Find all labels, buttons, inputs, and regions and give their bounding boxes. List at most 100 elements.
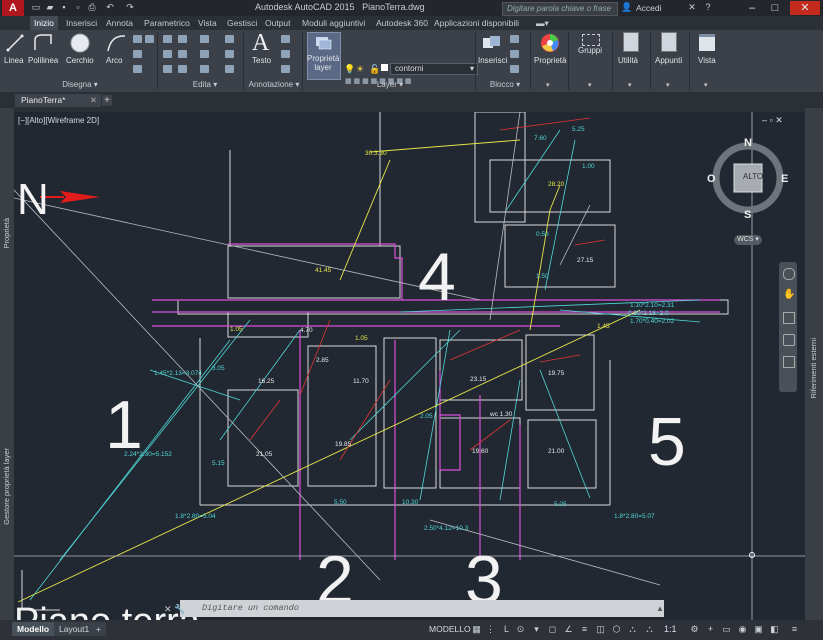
tab-moduli-aggiuntivi[interactable]: Moduli aggiuntivi — [298, 16, 369, 30]
hatch-icon[interactable] — [133, 50, 142, 58]
gruppi-label[interactable]: Gruppi — [578, 46, 602, 55]
drawing-canvas[interactable]: N 1 2 3 4 5 Piano terra 30.3.3041.4528.2… — [14, 112, 805, 620]
panel-edita-label[interactable]: Edita ▾ — [170, 80, 240, 91]
mirror-icon[interactable] — [178, 50, 187, 58]
zoom-icon[interactable] — [783, 312, 795, 324]
appunti-dropdown[interactable]: ▾ — [666, 81, 670, 89]
lineweight-icon[interactable]: ≡ — [580, 625, 589, 634]
ortho-icon[interactable]: L — [502, 625, 511, 634]
text-tool-label[interactable]: Testo — [252, 56, 271, 65]
layer-manager-palette-tab[interactable]: Gestore proprietà layer — [2, 448, 11, 525]
snap-icon[interactable]: ⋮ — [486, 625, 495, 634]
workspace-icon[interactable]: ⚙ — [690, 625, 699, 634]
save-icon[interactable]: ▪ — [58, 2, 70, 13]
selection-cycle-icon[interactable]: ⬡ — [612, 625, 621, 634]
move-icon[interactable] — [163, 35, 172, 43]
offset-icon[interactable] — [225, 65, 234, 73]
ribbon-options-icon[interactable]: ▬▾ — [532, 16, 553, 30]
open-icon[interactable]: ▰ — [44, 2, 56, 13]
maximize-button[interactable]: □ — [765, 1, 785, 15]
otrack-icon[interactable]: ∠ — [564, 625, 573, 634]
view-icon[interactable] — [699, 34, 715, 51]
tab-gestisci[interactable]: Gestisci — [223, 16, 261, 30]
vista-dropdown[interactable]: ▾ — [704, 81, 708, 89]
lock-icon[interactable]: 🔓 — [369, 64, 380, 75]
line-tool-label[interactable]: Linea — [4, 56, 24, 65]
create-block-icon[interactable] — [510, 35, 519, 43]
grid-icon[interactable]: ▦ — [472, 625, 481, 634]
trim-icon[interactable] — [200, 35, 209, 43]
calculator-icon[interactable] — [623, 32, 639, 52]
user-icon[interactable]: 👤 — [621, 2, 633, 13]
polar-icon[interactable]: ⊙ — [516, 625, 525, 634]
properties-palette-tab[interactable]: Proprietà — [2, 218, 11, 248]
edit-block-icon[interactable] — [510, 50, 519, 58]
add-layout-button[interactable]: + — [94, 622, 106, 636]
annotation-visibility-icon[interactable]: ⛬ — [628, 625, 637, 634]
insert-block-label[interactable]: Inserisci — [478, 56, 507, 65]
leader-icon[interactable] — [281, 50, 290, 58]
sun-icon[interactable]: ☀ — [356, 64, 364, 75]
rotate-icon[interactable] — [178, 35, 187, 43]
attribute-icon[interactable] — [510, 65, 519, 73]
xref-palette-tab[interactable]: Riferimenti esterni — [809, 338, 818, 398]
erase-icon[interactable] — [225, 35, 234, 43]
arc-tool-label[interactable]: Arco — [106, 56, 122, 65]
showmotion-icon[interactable] — [783, 356, 795, 368]
wcs-dropdown[interactable]: WCS ▾ — [734, 235, 762, 245]
tab-annota[interactable]: Annota — [102, 16, 137, 30]
circle-tool-label[interactable]: Cerchio — [66, 56, 94, 65]
command-history-icon[interactable]: ▲ — [656, 604, 664, 613]
appunti-label[interactable]: Appunti — [655, 56, 682, 65]
minimize-button[interactable]: – — [742, 1, 762, 15]
tab-autodesk-360[interactable]: Autodesk 360 — [372, 16, 432, 30]
viewcube-south[interactable]: S — [744, 209, 751, 221]
gradient-icon[interactable] — [133, 65, 142, 73]
viewcube-east[interactable]: E — [781, 173, 788, 185]
panel-blocco-label[interactable]: Blocco ▾ — [480, 80, 530, 91]
stretch-icon[interactable] — [163, 65, 172, 73]
document-tab[interactable]: PianoTerra* ✕ — [15, 94, 101, 107]
viewcube-north[interactable]: N — [744, 137, 752, 149]
command-input[interactable]: Digitare un comando — [180, 600, 664, 617]
transparency-icon[interactable]: ◫ — [596, 625, 605, 634]
explode-icon[interactable] — [225, 50, 234, 58]
viewcube-west[interactable]: O — [707, 173, 716, 185]
pan-icon[interactable]: ✋ — [783, 290, 795, 300]
viewcube-center-label[interactable]: ALTO — [743, 172, 763, 181]
tab-inizio[interactable]: Inizio — [30, 16, 58, 30]
clipboard-icon[interactable] — [661, 32, 677, 52]
close-button[interactable]: ✕ — [790, 1, 820, 15]
vista-label[interactable]: Vista — [698, 56, 716, 65]
viewport-window-controls[interactable]: – ▫ ✕ — [762, 115, 783, 126]
model-space-toggle[interactable]: MODELLO — [424, 622, 476, 636]
properties-palette-icon[interactable] — [539, 32, 561, 54]
properties-label[interactable]: Proprietà — [534, 56, 566, 65]
save-as-icon[interactable]: ▫ — [72, 2, 84, 13]
hardware-accel-icon[interactable]: ▣ — [754, 625, 763, 634]
search-input[interactable]: Digitare parola chiave o frase — [502, 2, 618, 16]
tab-modello[interactable]: Modello — [12, 622, 55, 636]
line-tool-icon[interactable] — [5, 32, 25, 54]
new-icon[interactable]: ▭ — [30, 2, 42, 13]
clean-screen-icon[interactable]: ◧ — [770, 625, 779, 634]
tab-vista[interactable]: Vista — [194, 16, 221, 30]
panel-annotazione-label[interactable]: Annotazione ▾ — [244, 80, 304, 91]
steering-wheel-icon[interactable] — [783, 268, 795, 280]
scale-icon[interactable] — [178, 65, 187, 73]
new-tab-button[interactable]: + — [102, 95, 112, 106]
annotation-monitor-icon[interactable]: + — [706, 625, 715, 634]
autocad-logo-icon[interactable]: A — [2, 0, 24, 16]
redo-icon[interactable]: ↷ — [124, 2, 136, 13]
polyline-tool-icon[interactable] — [32, 32, 54, 54]
tab-applicazioni[interactable]: Applicazioni disponibili — [430, 16, 523, 30]
arc-tool-icon[interactable] — [105, 32, 127, 54]
isodraft-icon[interactable]: ▾ — [532, 625, 541, 634]
annotation-scale[interactable]: 1:1 — [664, 624, 677, 634]
units-icon[interactable]: ▭ — [722, 625, 731, 634]
signin-link[interactable]: Accedi — [636, 3, 662, 13]
tab-parametrico[interactable]: Parametrico — [140, 16, 194, 30]
properties-dropdown[interactable]: ▾ — [546, 81, 550, 89]
array-icon[interactable] — [200, 65, 209, 73]
utilita-dropdown[interactable]: ▾ — [628, 81, 632, 89]
